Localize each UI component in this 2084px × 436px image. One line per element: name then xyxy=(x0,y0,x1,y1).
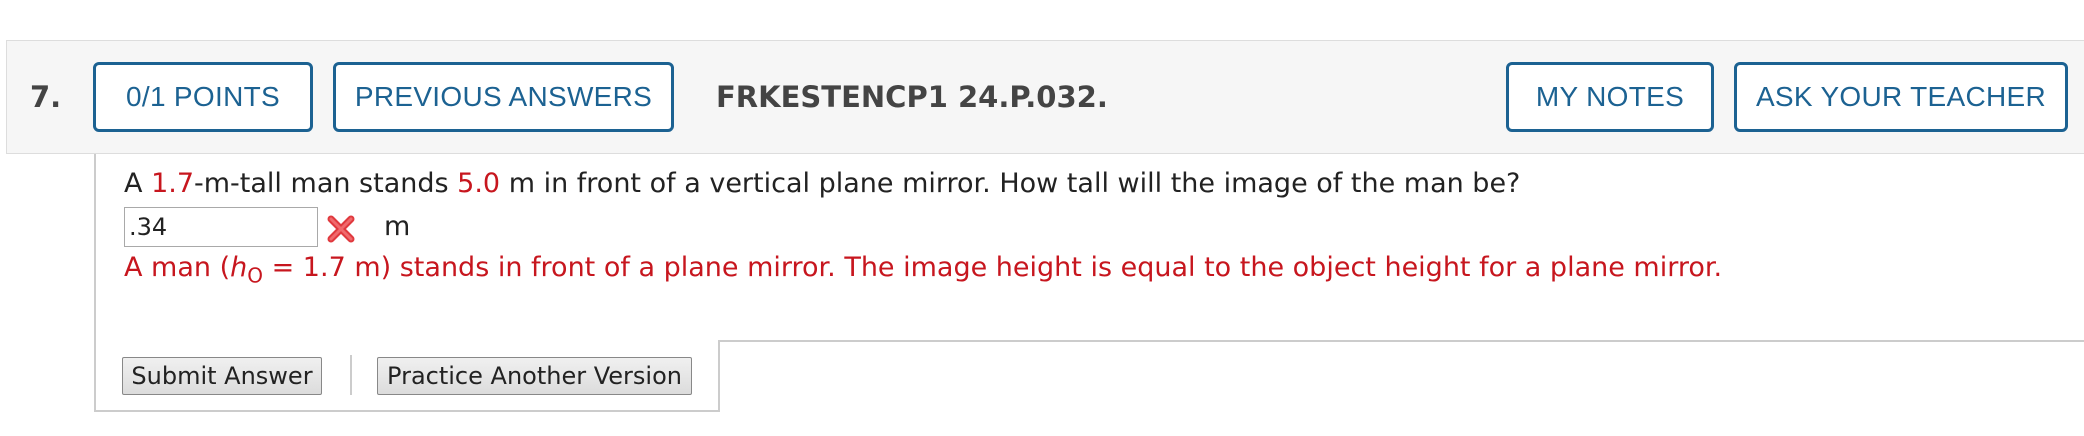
my-notes-button[interactable]: MY NOTES xyxy=(1506,62,1714,132)
feedback-subscript: O xyxy=(247,263,264,288)
practice-another-version-button[interactable]: Practice Another Version xyxy=(377,357,692,395)
incorrect-x-icon xyxy=(327,215,355,243)
prompt-text: -m-tall man stands xyxy=(194,168,458,199)
answer-unit: m xyxy=(384,211,411,242)
distance-value: 5.0 xyxy=(457,168,501,199)
ask-your-teacher-button[interactable]: ASK YOUR TEACHER xyxy=(1734,62,2068,132)
height-value: 1.7 xyxy=(151,168,195,199)
prompt-text: m in front of a vertical plane mirror. H… xyxy=(500,168,1521,199)
body-border-step xyxy=(718,340,720,412)
question-number: 7. xyxy=(30,80,62,114)
body-border-bottom xyxy=(94,410,720,412)
submit-answer-button[interactable]: Submit Answer xyxy=(122,357,322,395)
question-prompt: A 1.7-m-tall man stands 5.0 m in front o… xyxy=(124,168,1520,199)
previous-answers-button[interactable]: PREVIOUS ANSWERS xyxy=(333,62,674,132)
prompt-text: A xyxy=(124,168,152,199)
points-button[interactable]: 0/1 POINTS xyxy=(93,62,313,132)
answer-input[interactable] xyxy=(124,207,318,247)
feedback-text: = 1.7 m) stands in front of a plane mirr… xyxy=(263,252,1723,283)
body-border-top-right xyxy=(718,340,2084,342)
feedback-message: A man (hO = 1.7 m) stands in front of a … xyxy=(124,252,1722,287)
question-id: FRKESTENCP1 24.P.032. xyxy=(716,80,1108,114)
feedback-text: A man ( xyxy=(124,252,231,283)
button-separator xyxy=(350,355,352,395)
feedback-symbol: h xyxy=(230,252,248,283)
